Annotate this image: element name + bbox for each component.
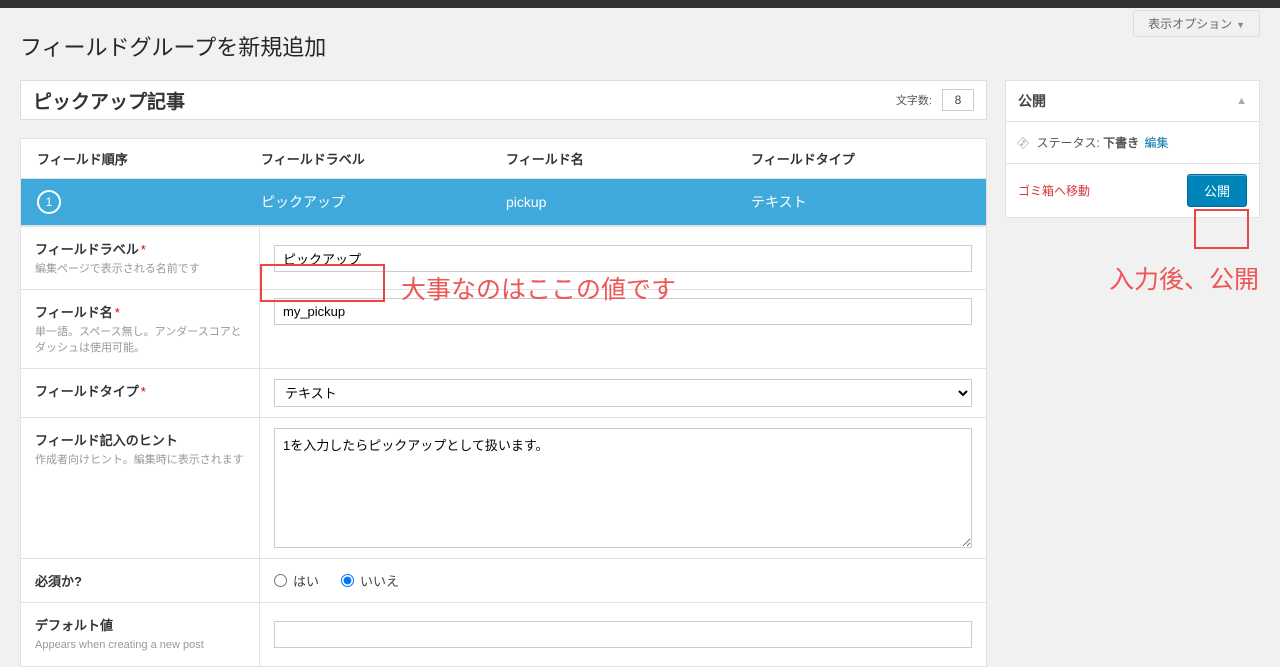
- screen-options-label: 表示オプション: [1148, 17, 1232, 31]
- publish-title: 公開: [1018, 91, 1046, 111]
- field-order-badge: 1: [37, 190, 61, 214]
- header-name: フィールド名: [506, 149, 751, 168]
- publish-box: 公開 ▲ ⚿ ステータス: 下書き 編集 ゴミ箱へ移動 公開: [1005, 80, 1260, 218]
- status-label: ステータス:: [1036, 136, 1099, 150]
- header-label: フィールドラベル: [261, 149, 506, 168]
- required-no-radio[interactable]: いいえ: [341, 571, 399, 590]
- header-order: フィールド順序: [21, 149, 261, 168]
- setting-field-hint-sub: 作成者向けヒント。編集時に表示されます: [35, 453, 245, 468]
- status-value: 下書き: [1103, 136, 1139, 150]
- key-icon: ⚿: [1014, 135, 1031, 152]
- annotation-publish-text: 入力後、公開: [1109, 260, 1259, 296]
- setting-default-row: デフォルト値 Appears when creating a new post: [20, 603, 987, 666]
- publish-button[interactable]: 公開: [1187, 174, 1247, 207]
- admin-topbar: [0, 0, 1280, 8]
- group-title-input[interactable]: [33, 89, 886, 111]
- field-hint-textarea[interactable]: [274, 428, 972, 548]
- setting-default-sub: Appears when creating a new post: [35, 638, 245, 653]
- required-asterisk: *: [141, 384, 146, 399]
- charcount-label: 文字数:: [896, 92, 932, 108]
- edit-status-link[interactable]: 編集: [1145, 136, 1169, 150]
- chevron-down-icon: ▼: [1236, 20, 1245, 30]
- setting-field-name-sub: 単一語。スペース無し。アンダースコアとダッシュは使用可能。: [35, 325, 245, 356]
- fields-table: フィールド順序 フィールドラベル フィールド名 フィールドタイプ 1 ピックアッ…: [20, 138, 987, 226]
- charcount-value: 8: [942, 89, 974, 111]
- field-row[interactable]: 1 ピックアップ pickup テキスト: [21, 179, 986, 225]
- setting-field-name-lbl: フィールド名: [35, 305, 113, 320]
- setting-field-label-sub: 編集ページで表示される名前です: [35, 262, 245, 277]
- field-settings: フィールドラベル* 編集ページで表示される名前です フィールド名* 単一語。スペ…: [20, 226, 987, 667]
- setting-field-hint-row: フィールド記入のヒント 作成者向けヒント。編集時に表示されます: [20, 418, 987, 559]
- default-value-input[interactable]: [274, 621, 972, 648]
- setting-default-lbl: デフォルト値: [35, 618, 113, 633]
- setting-required-lbl: 必須か?: [35, 574, 82, 589]
- collapse-icon[interactable]: ▲: [1236, 95, 1247, 107]
- screen-options-button[interactable]: 表示オプション ▼: [1133, 10, 1260, 37]
- setting-field-label-lbl: フィールドラベル: [35, 242, 139, 257]
- title-box: 文字数: 8: [20, 80, 987, 120]
- setting-field-type-lbl: フィールドタイプ: [35, 384, 139, 399]
- field-type-select[interactable]: テキスト: [274, 379, 972, 407]
- required-asterisk: *: [141, 242, 146, 257]
- required-yes-radio[interactable]: はい: [274, 571, 319, 590]
- field-row-type: テキスト: [751, 192, 986, 212]
- required-asterisk: *: [115, 305, 120, 320]
- trash-link[interactable]: ゴミ箱へ移動: [1018, 182, 1090, 199]
- fields-header-row: フィールド順序 フィールドラベル フィールド名 フィールドタイプ: [21, 139, 986, 179]
- field-name-input[interactable]: [274, 298, 972, 325]
- setting-field-label-row: フィールドラベル* 編集ページで表示される名前です: [20, 226, 987, 290]
- setting-required-row: 必須か? はい いいえ: [20, 559, 987, 603]
- setting-field-name-row: フィールド名* 単一語。スペース無し。アンダースコアとダッシュは使用可能。: [20, 290, 987, 369]
- field-row-label: ピックアップ: [261, 192, 506, 212]
- page-title: フィールドグループを新規追加: [20, 30, 1260, 62]
- header-type: フィールドタイプ: [751, 149, 986, 168]
- field-row-name: pickup: [506, 194, 751, 210]
- setting-field-hint-lbl: フィールド記入のヒント: [35, 433, 178, 448]
- field-label-input[interactable]: [274, 245, 972, 272]
- setting-field-type-row: フィールドタイプ* テキスト: [20, 369, 987, 418]
